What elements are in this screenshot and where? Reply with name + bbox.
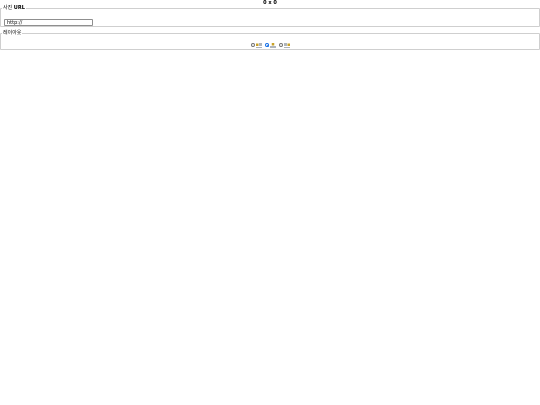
image-right-layout-icon (283, 43, 290, 47)
photo-url-legend-url: URL (13, 5, 25, 11)
layout-option-center[interactable] (264, 42, 276, 48)
photo-url-input[interactable] (4, 19, 93, 26)
layout-legend: 레이아웃 (3, 30, 22, 36)
image-left-layout-icon (255, 43, 262, 47)
photo-url-legend: 사진 URL (2, 6, 26, 11)
layout-fieldset: 레이아웃 (0, 31, 540, 50)
photo-url-fieldset: 사진 URL (0, 6, 540, 27)
photo-url-legend-prefix: 사진 (3, 5, 14, 11)
layout-left-radio[interactable] (250, 43, 255, 47)
layout-right-radio[interactable] (278, 43, 283, 47)
image-center-layout-icon (269, 42, 276, 47)
layout-option-left[interactable] (250, 43, 262, 48)
layout-center-radio[interactable] (264, 43, 269, 47)
layout-options (1, 41, 539, 49)
layout-option-right[interactable] (278, 43, 290, 48)
